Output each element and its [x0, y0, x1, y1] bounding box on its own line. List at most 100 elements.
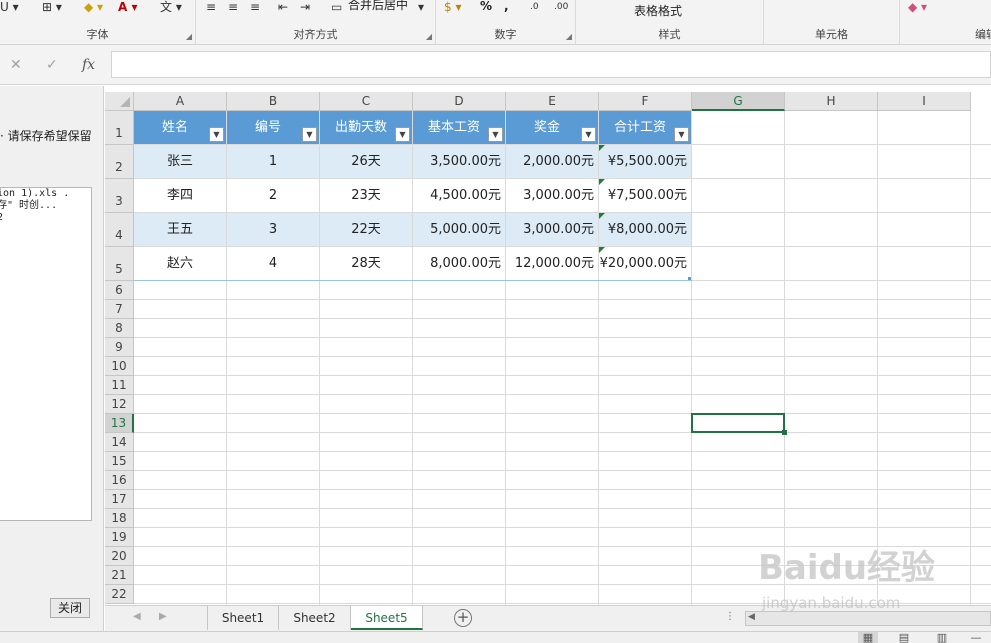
table-cell[interactable]: 3,500.00元	[413, 145, 505, 178]
row-header-13[interactable]: 13	[105, 414, 134, 433]
decrease-decimal-icon[interactable]: .00	[554, 0, 568, 14]
phonetic-icon[interactable]: 文 ▾	[160, 0, 182, 14]
row-header-16[interactable]: 16	[105, 471, 134, 490]
add-sheet-icon[interactable]: +	[454, 609, 472, 627]
merge-icon[interactable]: ▭	[331, 0, 342, 14]
row-header-20[interactable]: 20	[105, 547, 134, 566]
table-cell[interactable]: 26天	[320, 145, 412, 178]
table-cell[interactable]: 2,000.00元	[506, 145, 598, 178]
chevron-down-icon[interactable]: ▾	[418, 0, 424, 14]
row-header-12[interactable]: 12	[105, 395, 134, 414]
row-header-10[interactable]: 10	[105, 357, 134, 376]
close-button[interactable]: 关闭	[50, 598, 90, 618]
row-header-2[interactable]: 2	[105, 145, 134, 179]
table-cell[interactable]: 3	[227, 213, 319, 246]
table-cell[interactable]: 1	[227, 145, 319, 178]
percent-button[interactable]: %	[480, 0, 492, 13]
table-cell[interactable]: 4	[227, 247, 319, 280]
select-all-button[interactable]	[105, 92, 134, 111]
sheet-tab-sheet5[interactable]: Sheet5	[351, 606, 423, 630]
row-header-6[interactable]: 6	[105, 281, 134, 300]
row-header-7[interactable]: 7	[105, 300, 134, 319]
row-header-21[interactable]: 21	[105, 566, 134, 585]
underline-icon[interactable]: U ▾	[0, 0, 19, 14]
align-left-icon[interactable]: ≡	[206, 0, 216, 14]
row-header-1[interactable]: 1	[105, 111, 134, 145]
table-cell[interactable]: 22天	[320, 213, 412, 246]
table-cell[interactable]: 王五	[134, 213, 226, 246]
filter-dropdown-icon[interactable]: ▼	[674, 127, 689, 142]
column-header-e[interactable]: E	[506, 92, 599, 111]
filter-dropdown-icon[interactable]: ▼	[395, 127, 410, 142]
enter-icon[interactable]: ✓	[46, 57, 58, 73]
row-header-3[interactable]: 3	[105, 179, 134, 213]
scroll-left-icon[interactable]: ◀	[748, 612, 755, 622]
row-header-15[interactable]: 15	[105, 452, 134, 471]
table-cell[interactable]: 4,500.00元	[413, 179, 505, 212]
table-cell[interactable]: ¥8,000.00元	[599, 213, 691, 246]
table-cell[interactable]: 23天	[320, 179, 412, 212]
table-cell[interactable]: 28天	[320, 247, 412, 280]
row-header-9[interactable]: 9	[105, 338, 134, 357]
table-cell[interactable]: 5,000.00元	[413, 213, 505, 246]
row-header-11[interactable]: 11	[105, 376, 134, 395]
row-header-14[interactable]: 14	[105, 433, 134, 452]
table-cell[interactable]: 8,000.00元	[413, 247, 505, 280]
more-icon[interactable]: ⋮	[725, 611, 735, 622]
column-header-h[interactable]: H	[785, 92, 878, 111]
row-header-8[interactable]: 8	[105, 319, 134, 338]
row-header-17[interactable]: 17	[105, 490, 134, 509]
horizontal-scrollbar[interactable]: ◀	[745, 611, 991, 626]
filter-dropdown-icon[interactable]: ▼	[488, 127, 503, 142]
fill-color-icon[interactable]: ◆ ▾	[84, 0, 103, 14]
column-header-c[interactable]: C	[320, 92, 413, 111]
recovery-file-list[interactable]: ion 1).xls . 存" 时创... 2	[0, 187, 92, 521]
align-right-icon[interactable]: ≡	[250, 0, 260, 14]
column-header-d[interactable]: D	[413, 92, 506, 111]
row-header-22[interactable]: 22	[105, 585, 134, 604]
dialog-launcher-icon[interactable]: ◢	[426, 32, 432, 41]
column-header-i[interactable]: I	[878, 92, 971, 111]
column-header-g[interactable]: G	[692, 92, 785, 111]
table-cell[interactable]: 赵六	[134, 247, 226, 280]
table-cell[interactable]: 12,000.00元	[506, 247, 598, 280]
zoom-out-icon[interactable]: —	[966, 632, 986, 643]
spreadsheet-grid[interactable]: A B C D E F G H I 1 2 3 4 5 6 7 8 9 10 11 12 13 14 15 16 17 18 19 20…	[105, 92, 991, 605]
table-format-button[interactable]: 表格格式	[634, 4, 682, 18]
formula-input[interactable]	[111, 51, 991, 78]
filter-dropdown-icon[interactable]: ▼	[209, 127, 224, 142]
merge-center-button[interactable]: 合并后居中	[348, 0, 408, 12]
align-center-icon[interactable]: ≡	[228, 0, 238, 14]
selected-cell-g13[interactable]	[691, 413, 785, 433]
table-cell[interactable]: 3,000.00元	[506, 179, 598, 212]
increase-indent-icon[interactable]: ⇥	[300, 0, 310, 14]
row-header-4[interactable]: 4	[105, 213, 134, 247]
table-cell[interactable]: ¥5,500.00元	[599, 145, 691, 178]
scroll-tabs-right-icon[interactable]: ▶	[159, 611, 167, 622]
filter-dropdown-icon[interactable]: ▼	[581, 127, 596, 142]
column-header-b[interactable]: B	[227, 92, 320, 111]
row-header-5[interactable]: 5	[105, 247, 134, 281]
column-header-f[interactable]: F	[599, 92, 692, 111]
row-header-19[interactable]: 19	[105, 528, 134, 547]
column-header-a[interactable]: A	[134, 92, 227, 111]
scroll-tabs-left-icon[interactable]: ◀	[133, 611, 141, 622]
insert-function-icon[interactable]: fx	[82, 57, 95, 73]
sheet-tab-sheet2[interactable]: Sheet2	[279, 606, 351, 630]
cancel-icon[interactable]: ✕	[10, 57, 22, 73]
table-cell[interactable]: ¥20,000.00元	[599, 247, 691, 280]
font-color-icon[interactable]: A ▾	[118, 0, 138, 14]
comma-button[interactable]: ,	[504, 0, 509, 13]
dialog-launcher-icon[interactable]: ◢	[186, 32, 192, 41]
filter-dropdown-icon[interactable]: ▼	[302, 127, 317, 142]
page-layout-view-icon[interactable]: ▤	[894, 632, 914, 643]
table-cell[interactable]: 2	[227, 179, 319, 212]
fill-handle[interactable]	[782, 430, 787, 435]
dialog-launcher-icon[interactable]: ◢	[566, 32, 572, 41]
currency-icon[interactable]: $ ▾	[444, 0, 461, 14]
row-header-18[interactable]: 18	[105, 509, 134, 528]
table-cell[interactable]: 3,000.00元	[506, 213, 598, 246]
decrease-indent-icon[interactable]: ⇤	[278, 0, 288, 14]
table-resize-handle-icon[interactable]	[688, 277, 691, 280]
borders-icon[interactable]: ⊞ ▾	[42, 0, 62, 14]
